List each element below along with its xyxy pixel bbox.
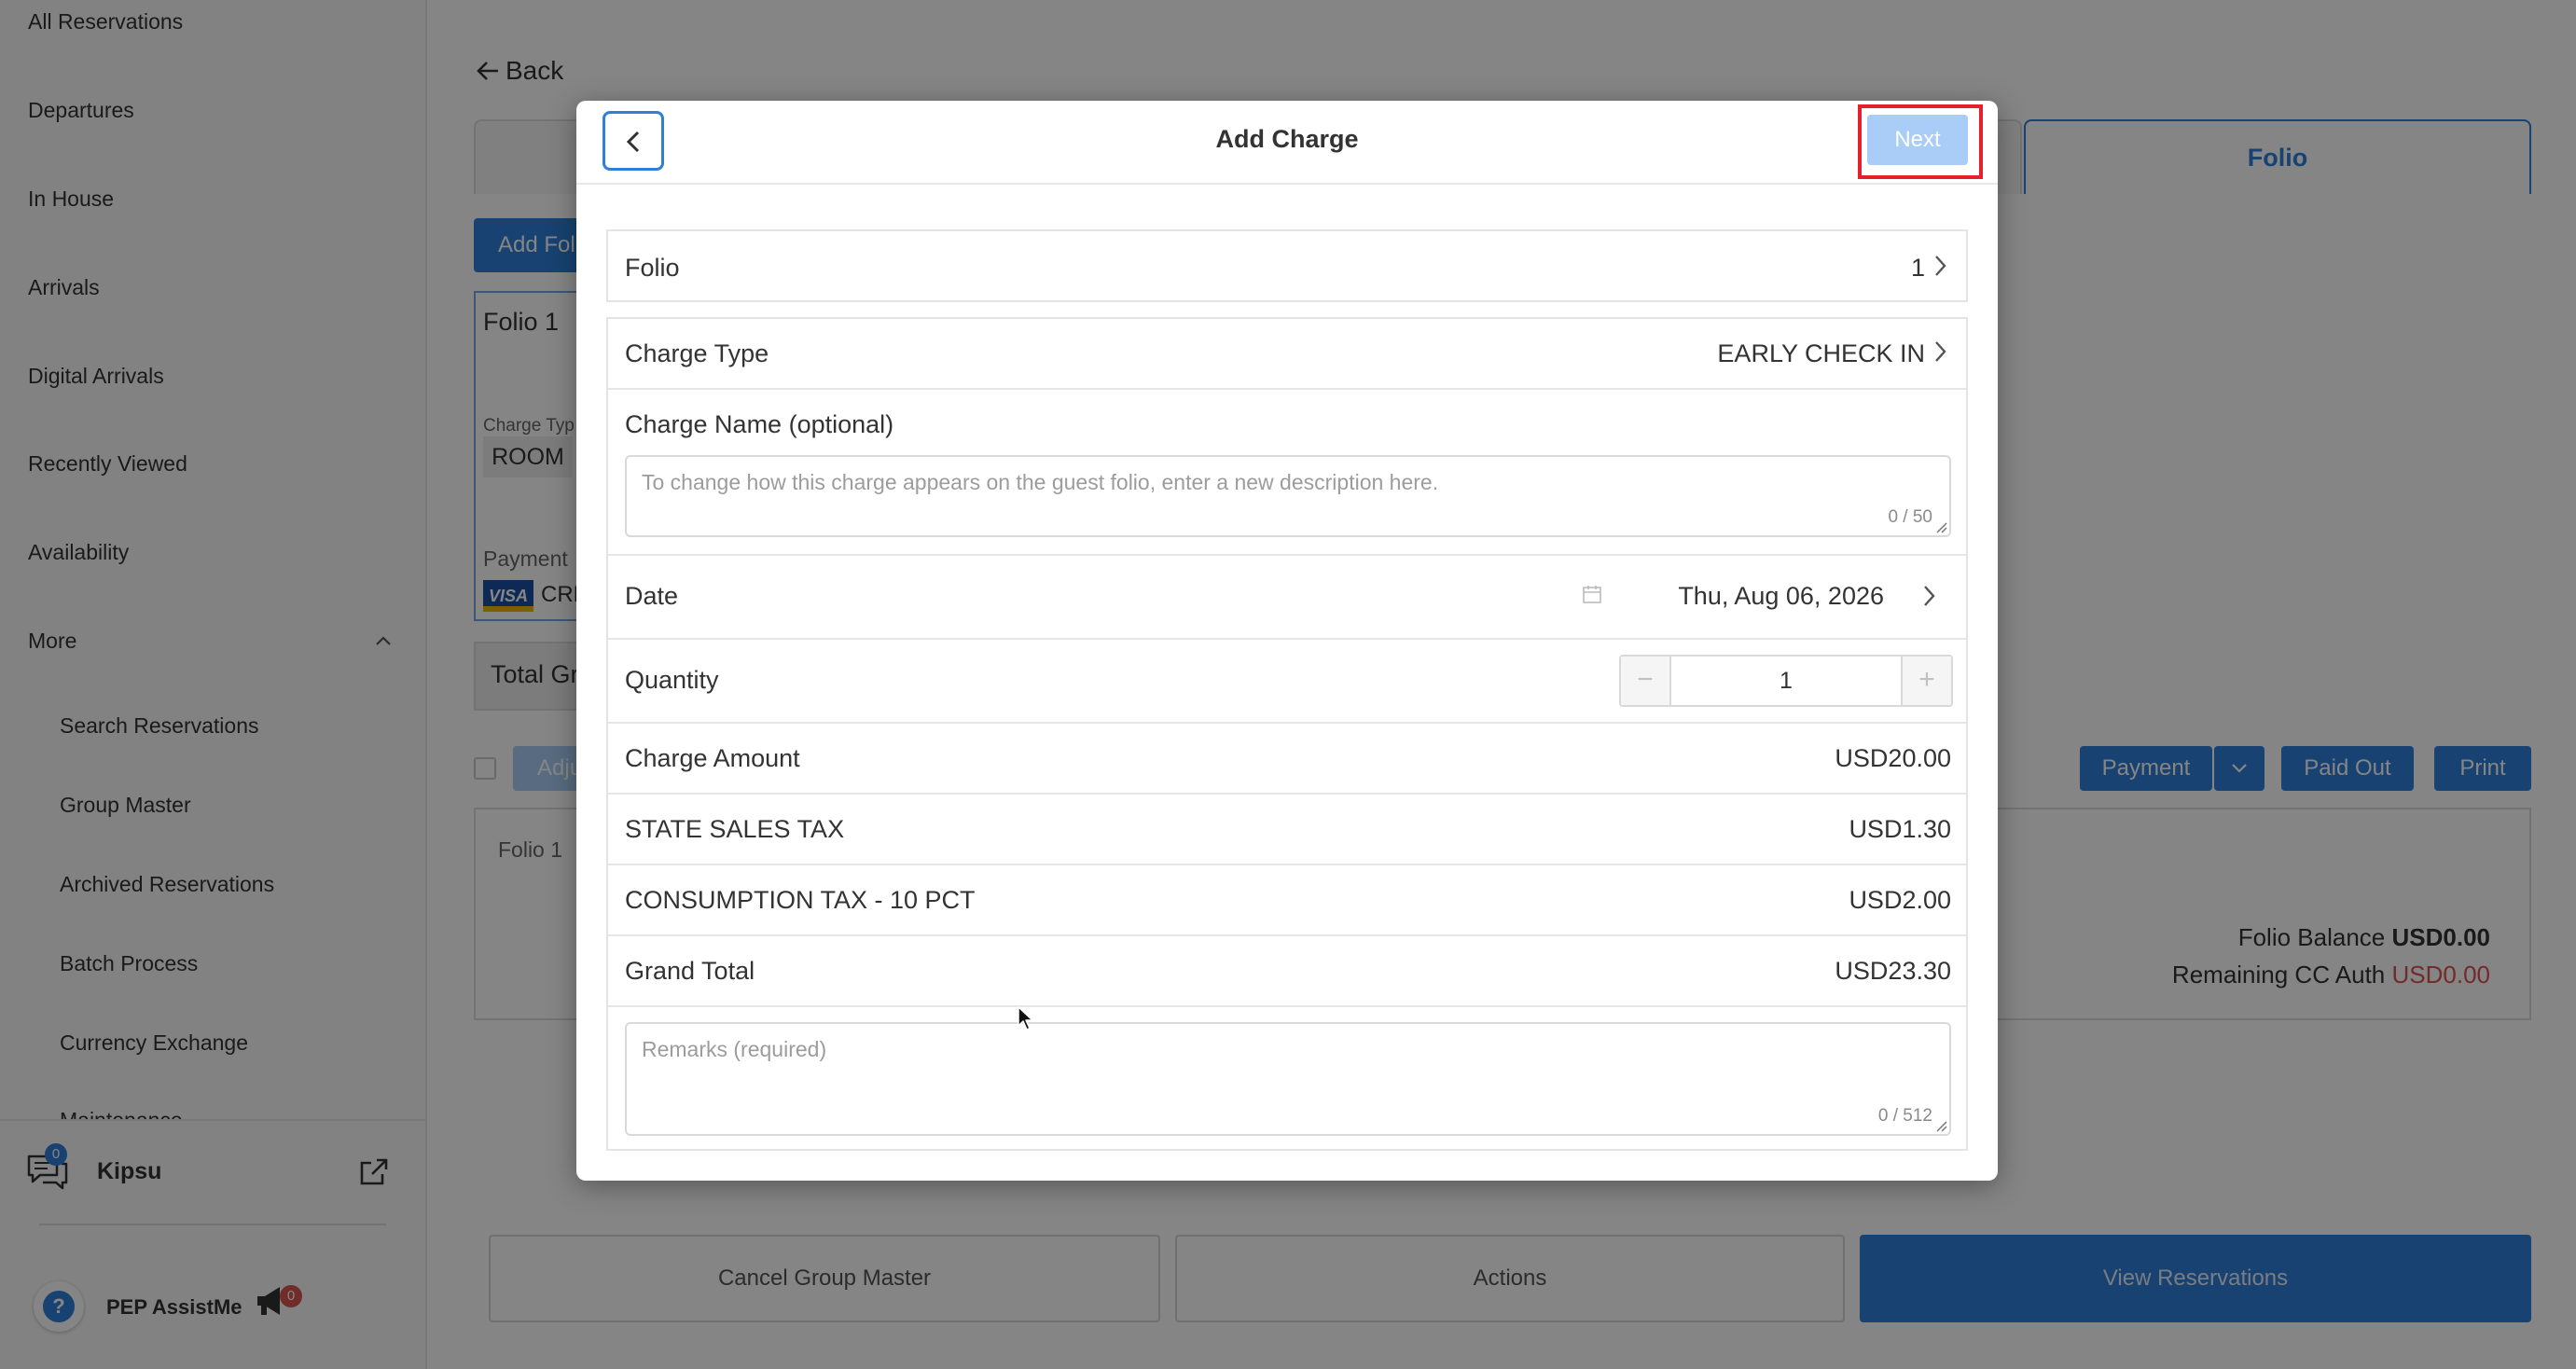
add-charge-modal: Add Charge Next Folio 1 Charge Type EARL…	[576, 101, 1998, 1181]
modal-header: Add Charge Next	[576, 101, 1998, 185]
remarks-placeholder: Remarks (required)	[642, 1037, 827, 1061]
grand-total-row: Grand Total USD23.30	[608, 936, 1966, 1007]
state-sales-tax-row: STATE SALES TAX USD1.30	[608, 795, 1966, 865]
charge-name-label: Charge Name (optional)	[625, 410, 894, 438]
charge-type-label: Charge Type	[625, 339, 769, 367]
chevron-right-icon	[1935, 341, 1946, 362]
quantity-label: Quantity	[625, 666, 719, 694]
resize-handle-icon[interactable]	[1934, 520, 1947, 533]
folio-label: Folio	[625, 254, 680, 282]
quantity-row: Quantity − 1 +	[608, 640, 1966, 724]
consumption-tax-row: CONSUMPTION TAX - 10 PCT USD2.00	[608, 865, 1966, 936]
charge-form: Charge Type EARLY CHECK IN Charge Name (…	[606, 317, 1968, 1151]
consumption-tax-label: CONSUMPTION TAX - 10 PCT	[625, 886, 976, 914]
charge-name-counter: 0 / 50	[1888, 507, 1932, 527]
quantity-decrement-button[interactable]: −	[1621, 657, 1671, 705]
date-row[interactable]: Date Thu, Aug 06, 2026	[608, 556, 1966, 640]
folio-row[interactable]: Folio 1	[606, 229, 1968, 302]
quantity-stepper[interactable]: − 1 +	[1619, 655, 1953, 707]
calendar-icon	[1583, 586, 1601, 603]
next-button[interactable]: Next	[1867, 115, 1968, 165]
date-label: Date	[625, 582, 679, 610]
folio-value: 1	[1910, 254, 1925, 282]
mouse-cursor-icon	[1018, 1006, 1033, 1030]
state-sales-tax-value: USD1.30	[1849, 815, 1951, 843]
consumption-tax-value: USD2.00	[1849, 886, 1951, 914]
grand-total-label: Grand Total	[625, 957, 755, 985]
resize-handle-icon[interactable]	[1934, 1119, 1947, 1132]
remarks-row: Remarks (required) 0 / 512	[608, 1007, 1966, 1149]
state-sales-tax-label: STATE SALES TAX	[625, 815, 845, 843]
charge-name-placeholder: To change how this charge appears on the…	[642, 470, 1439, 494]
charge-name-row: Charge Name (optional) To change how thi…	[608, 390, 1966, 556]
date-value: Thu, Aug 06, 2026	[1678, 582, 1884, 610]
charge-type-value: EARLY CHECK IN	[1717, 339, 1925, 367]
charge-amount-value: USD20.00	[1835, 744, 1951, 772]
grand-total-value: USD23.30	[1835, 957, 1951, 985]
chevron-right-icon	[1924, 586, 1935, 606]
chevron-right-icon	[1935, 256, 1946, 276]
remarks-input[interactable]: Remarks (required) 0 / 512	[625, 1022, 1951, 1136]
charge-name-input[interactable]: To change how this charge appears on the…	[625, 455, 1951, 537]
modal-title: Add Charge	[1215, 125, 1359, 153]
charge-amount-row: Charge Amount USD20.00	[608, 724, 1966, 795]
remarks-counter: 0 / 512	[1877, 1106, 1932, 1126]
charge-amount-label: Charge Amount	[625, 744, 800, 772]
quantity-increment-button[interactable]: +	[1901, 657, 1951, 705]
charge-type-row[interactable]: Charge Type EARLY CHECK IN	[608, 319, 1966, 390]
quantity-input[interactable]: 1	[1673, 657, 1899, 705]
